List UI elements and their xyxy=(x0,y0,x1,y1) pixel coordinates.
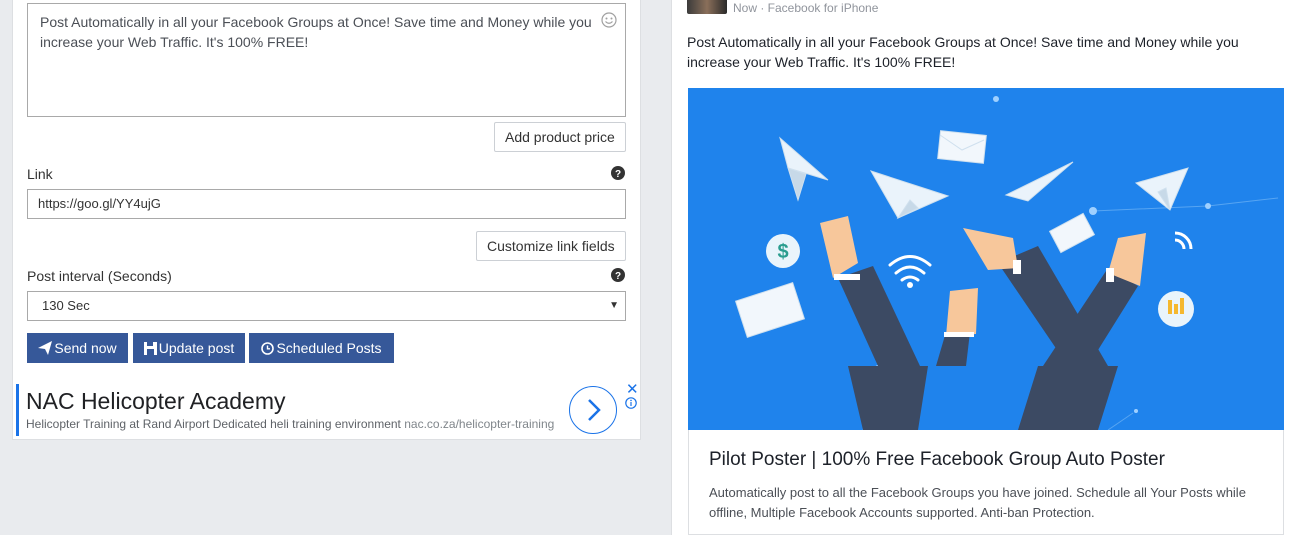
add-product-price-button[interactable]: Add product price xyxy=(494,122,626,152)
help-icon[interactable]: ? xyxy=(611,268,625,282)
avatar xyxy=(687,0,727,14)
send-icon xyxy=(38,341,53,355)
post-form-panel: Post Automatically in all your Facebook … xyxy=(12,0,641,440)
message-text: Post Automatically in all your Facebook … xyxy=(40,14,592,50)
message-textarea[interactable]: Post Automatically in all your Facebook … xyxy=(27,3,626,117)
svg-text:$: $ xyxy=(777,241,788,263)
ad-description: Helicopter Training at Rand Airport Dedi… xyxy=(26,417,554,431)
scheduled-posts-label: Scheduled Posts xyxy=(276,340,382,356)
post-meta: Now · Facebook for iPhone xyxy=(733,1,879,15)
svg-text:?: ? xyxy=(615,169,621,180)
send-now-label: Send now xyxy=(54,340,117,356)
ad-title[interactable]: NAC Helicopter Academy xyxy=(26,388,286,415)
info-icon[interactable] xyxy=(625,397,637,409)
link-preview-card[interactable]: Pilot Poster | 100% Free Facebook Group … xyxy=(688,430,1284,535)
ad-banner[interactable]: NAC Helicopter Academy Helicopter Traini… xyxy=(16,381,641,438)
post-interval-value: 130 Sec xyxy=(42,298,90,313)
link-input[interactable]: https://goo.gl/YY4ujG xyxy=(27,189,626,219)
send-now-button[interactable]: Send now xyxy=(27,333,128,363)
svg-text:?: ? xyxy=(615,271,621,282)
customize-link-fields-button[interactable]: Customize link fields xyxy=(476,231,626,261)
update-post-button[interactable]: Update post xyxy=(133,333,245,363)
post-preview: Now · Facebook for iPhone Post Automatic… xyxy=(671,0,1293,535)
scheduled-posts-button[interactable]: Scheduled Posts xyxy=(249,333,394,363)
paper-planes-illustration: $ xyxy=(734,96,1279,430)
post-interval-label: Post interval (Seconds) xyxy=(27,268,172,284)
link-title[interactable]: Pilot Poster | 100% Free Facebook Group … xyxy=(709,449,1165,471)
clock-icon xyxy=(261,342,275,355)
emoji-icon[interactable] xyxy=(601,12,617,28)
dropdown-arrow-icon: ▼ xyxy=(609,300,619,311)
link-description: Automatically post to all the Facebook G… xyxy=(709,485,1246,520)
ad-description-text: Helicopter Training at Rand Airport Dedi… xyxy=(26,417,401,431)
save-icon xyxy=(143,342,157,355)
update-post-label: Update post xyxy=(158,340,235,356)
post-image[interactable]: $ xyxy=(688,88,1284,430)
close-icon[interactable]: ✕ xyxy=(626,380,639,398)
link-label: Link xyxy=(27,166,53,182)
ad-accent-bar xyxy=(16,384,19,436)
help-icon[interactable]: ? xyxy=(611,166,625,180)
post-text: Post Automatically in all your Facebook … xyxy=(687,34,1239,70)
ad-url[interactable]: nac.co.za/helicopter-training xyxy=(404,417,554,431)
ad-open-button[interactable] xyxy=(569,386,617,434)
chevron-right-icon xyxy=(588,399,601,421)
post-interval-select[interactable]: 130 Sec ▼ xyxy=(27,291,626,321)
